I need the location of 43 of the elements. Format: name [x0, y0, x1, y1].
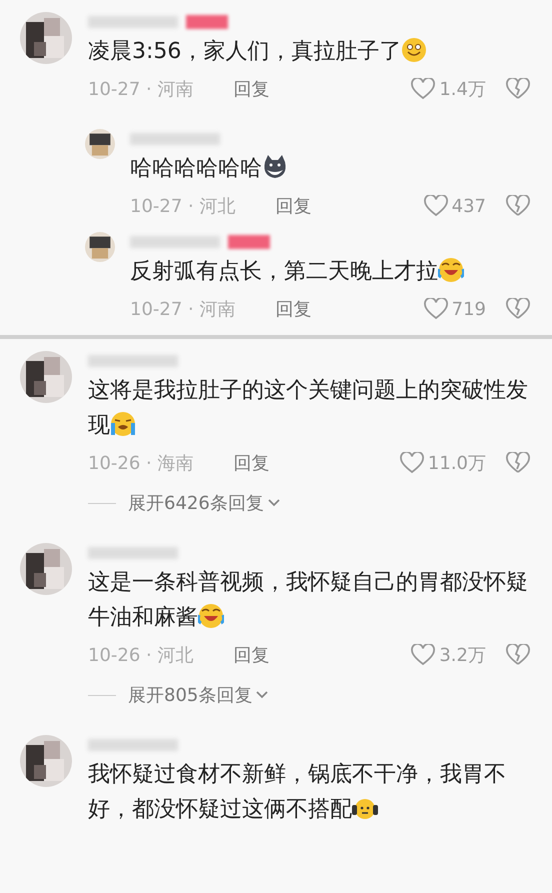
- heart-icon: [411, 644, 436, 666]
- date-location: 10-27 · 河南: [88, 78, 194, 101]
- broken-heart-icon[interactable]: [506, 298, 530, 320]
- date-location: 10-26 · 海南: [88, 452, 194, 475]
- date-location: 10-27 · 河南: [130, 298, 236, 321]
- broken-heart-icon[interactable]: [506, 644, 530, 666]
- blurred-badge: [186, 15, 228, 29]
- comment-text: 这将是我拉肚子的这个关键问题上的突破性发现: [88, 377, 529, 440]
- comment-text: 这是一条科普视频，我怀疑自己的胃都没怀疑牛油和麻酱: [88, 569, 529, 632]
- reply-link[interactable]: 回复: [233, 643, 270, 667]
- like-button[interactable]: 437: [424, 195, 486, 217]
- chevron-down-icon: [266, 498, 281, 508]
- blurred-badge: [228, 235, 270, 249]
- heart-icon: [424, 195, 448, 217]
- date-location: 10-27 · 河北: [130, 195, 236, 218]
- reply-link[interactable]: 回复: [275, 194, 312, 218]
- broken-heart-icon[interactable]: [506, 452, 530, 474]
- heart-icon: [411, 78, 436, 100]
- comment-text: 哈哈哈哈哈哈: [130, 151, 530, 186]
- avatar[interactable]: [85, 232, 115, 262]
- avatar[interactable]: [20, 12, 72, 64]
- heart-icon: [424, 298, 448, 320]
- comment-text: 凌晨3:56，家人们，真拉肚子了: [88, 34, 530, 69]
- broken-heart-icon[interactable]: [506, 195, 530, 217]
- like-button[interactable]: 3.2万: [411, 643, 486, 667]
- date-location: 10-26 · 河北: [88, 644, 194, 667]
- reply-link[interactable]: 回复: [275, 297, 312, 321]
- like-button[interactable]: 1.4万: [411, 77, 486, 101]
- avatar[interactable]: [85, 129, 115, 159]
- reply-link[interactable]: 回复: [233, 451, 270, 475]
- reply-link[interactable]: 回复: [233, 77, 270, 101]
- heart-icon: [400, 452, 424, 474]
- comment-text: 反射弧有点长，第二天晚上才拉: [130, 254, 530, 289]
- avatar[interactable]: [20, 735, 72, 787]
- like-button[interactable]: 11.0万: [400, 451, 486, 475]
- broken-heart-icon[interactable]: [506, 78, 530, 100]
- avatar[interactable]: [20, 351, 72, 403]
- like-button[interactable]: 719: [424, 298, 486, 320]
- comment-text: 我怀疑过食材不新鲜，锅底不干净，我胃不好，都没怀疑过这俩不搭配: [88, 761, 507, 824]
- expand-replies-link[interactable]: 展开805条回复: [128, 683, 270, 707]
- avatar[interactable]: [20, 543, 72, 595]
- expand-replies-link[interactable]: 展开6426条回复: [128, 491, 281, 515]
- chevron-down-icon: [255, 690, 270, 700]
